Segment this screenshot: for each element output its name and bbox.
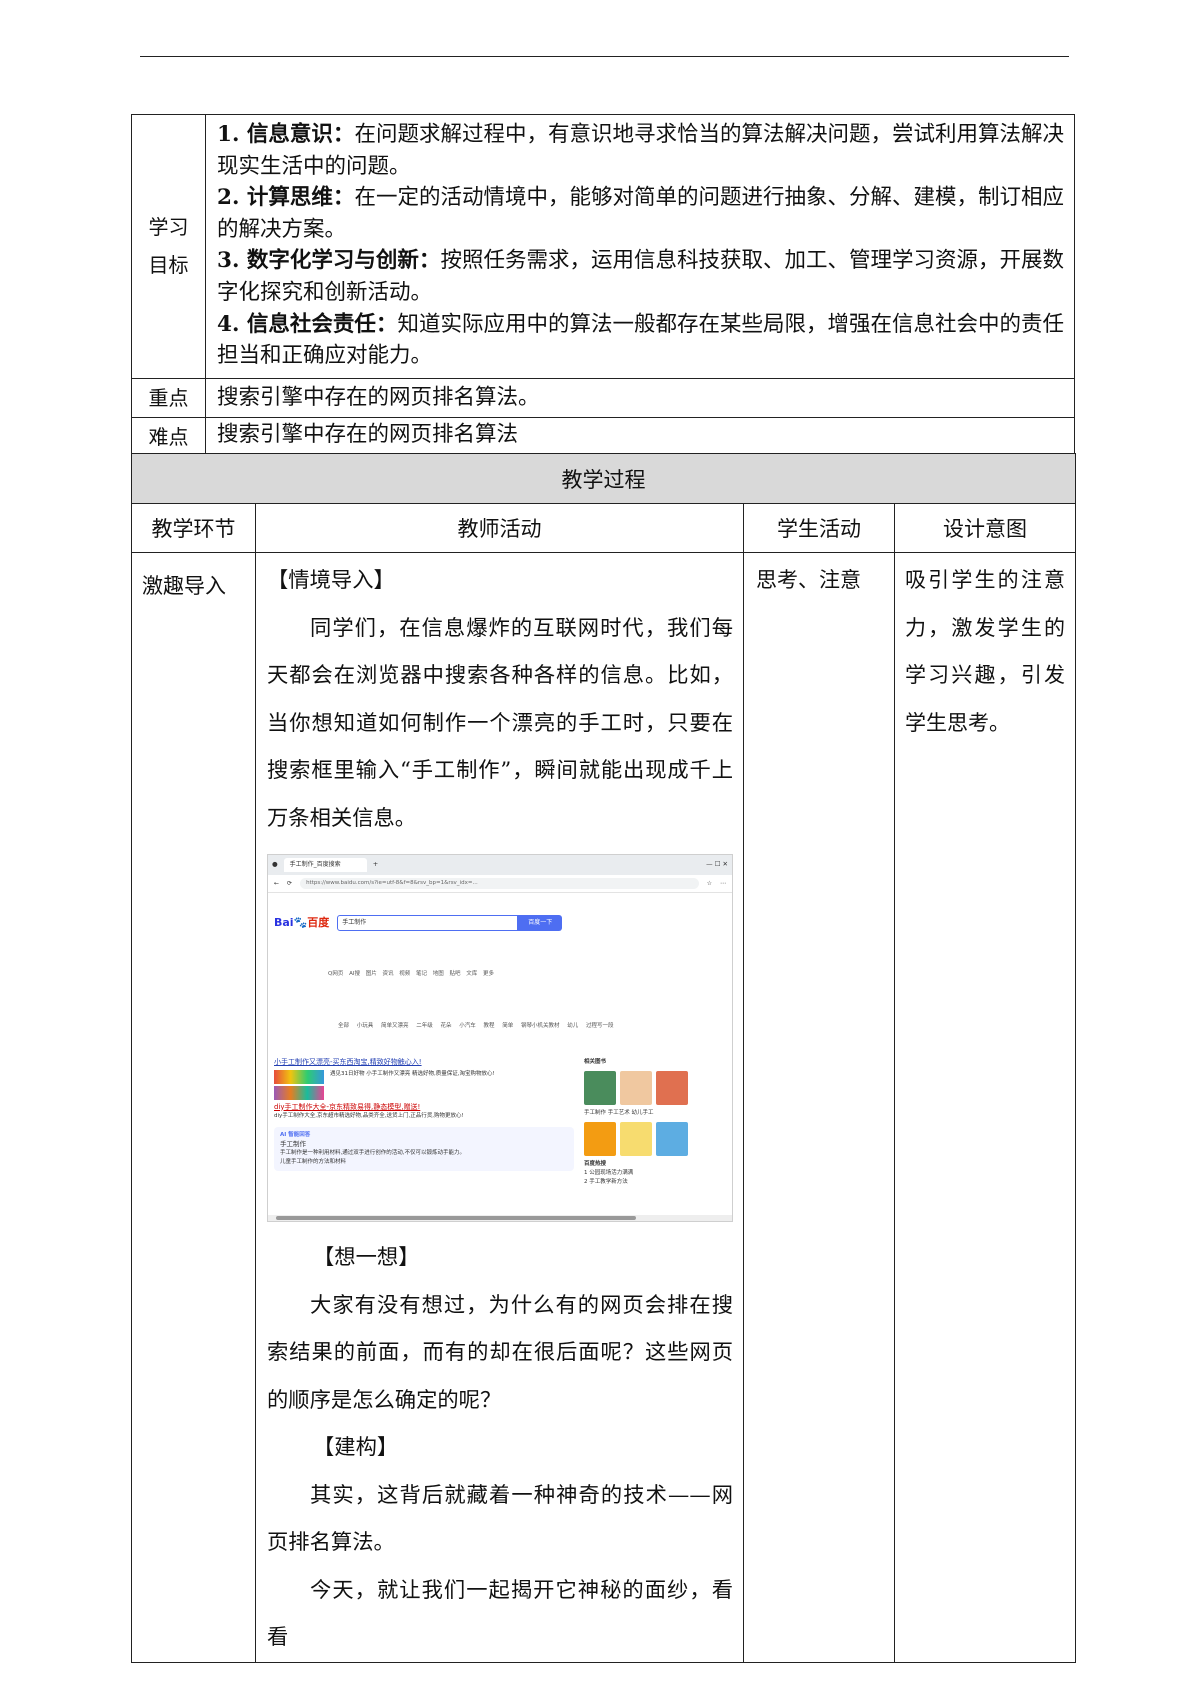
result-link: 小手工制作又漂亮-买东西淘宝,精致好物触心入! — [274, 1057, 422, 1066]
section-heading: 【建构】 — [313, 1435, 399, 1460]
hot-search-title: 百度热搜 — [584, 1160, 607, 1167]
difficult-point-row: 难点 搜索引擎中存在的网页排名算法 — [131, 416, 1075, 457]
objectives-table: 学习 目标 1. 信息意识：在问题求解过程中，有意识地寻求恰当的算法解决问题，尝… — [131, 114, 1075, 457]
difficult-point-label: 难点 — [131, 416, 206, 457]
related-books-title: 相关图书 — [584, 1058, 607, 1065]
search-button: 百度一下 — [518, 914, 563, 931]
goal-item: 3. 数字化学习与创新：按照任务需求，运用信息科技获取、加工、管理学习资源，开展… — [217, 248, 1064, 305]
baidu-logo: Bai🐾百度 — [274, 916, 330, 929]
goal-item: 4. 信息社会责任：知道实际应用中的算法一般都存在某些局限，增强在信息社会中的责… — [217, 311, 1064, 369]
book-thumbnail — [584, 1070, 616, 1105]
process-header-row: 教学环节 教师活动 学生活动 设计意图 — [131, 503, 1076, 553]
book-thumbnail — [656, 1121, 688, 1156]
browser-tab: 手工制作_百度搜索 — [283, 858, 367, 872]
address-bar: ← ⟳ https://www.baidu.com/s?ie=utf-8&f=8… — [268, 875, 732, 893]
results-right-column: 相关图书 手工制作 手工艺术 幼儿手工 百度热搜 1 公园现场活力满满 2 手工… — [584, 1058, 726, 1187]
goals-content: 1. 信息意识：在问题求解过程中，有意识地寻求恰当的算法解决问题，尝试利用算法解… — [205, 114, 1075, 379]
process-banner: 教学过程 — [131, 453, 1076, 504]
student-activity-cell: 思考、注意 — [743, 552, 895, 1663]
goals-label: 学习 目标 — [131, 114, 206, 379]
stage-cell: 激趣导入 — [131, 552, 256, 1663]
goal-item: 1. 信息意识：在问题求解过程中，有意识地寻求恰当的算法解决问题，尝试利用算法解… — [217, 122, 1064, 179]
paragraph: 大家有没有想过，为什么有的网页会排在搜索结果的前面，而有的却在很后面呢？这些网页… — [267, 1292, 733, 1413]
ai-answer-box: AI 智能回答 手工制作 手工制作是一种利用材料,通过双手进行创作的活动,不仅可… — [274, 1126, 574, 1171]
process-body-row: 激趣导入 【情境导入】 同学们，在信息爆炸的互联网时代，我们每天都会在浏览器中搜… — [131, 552, 1076, 1663]
result-thumbnail — [274, 1085, 324, 1100]
result-thumbnail — [274, 1069, 324, 1084]
goals-row: 学习 目标 1. 信息意识：在问题求解过程中，有意识地寻求恰当的算法解决问题，尝… — [131, 114, 1075, 379]
section-heading: 【情境导入】 — [267, 568, 395, 593]
book-thumbnail — [620, 1121, 652, 1156]
result-link: diy手工制作大全-京东精致易得,静态模型,赠送! — [274, 1102, 421, 1111]
hot-item: 1 公园现场活力满满 — [584, 1169, 634, 1176]
paragraph: 今天，就让我们一起揭开它神秘的面纱，看看 — [267, 1577, 733, 1651]
key-point-row: 重点 搜索引擎中存在的网页排名算法。 — [131, 377, 1075, 418]
result-card: 遇见31日好物 小手工制作又漂亮 精选好物,质量保证,淘宝购物放心! — [274, 1069, 574, 1100]
ai-label: AI 智能回答 — [280, 1131, 311, 1138]
header-student: 学生活动 — [743, 503, 895, 553]
result-thumbnails — [274, 1069, 324, 1100]
goal-item: 2. 计算思维：在一定的活动情境中，能够对简单的问题进行抽象、分解、建模，制订相… — [217, 185, 1064, 242]
difficult-point-text: 搜索引擎中存在的网页排名算法 — [205, 416, 1075, 457]
header-intent: 设计意图 — [894, 503, 1076, 553]
url-field: https://www.baidu.com/s?ie=utf-8&f=8&rsv… — [300, 878, 699, 889]
baidu-search-screenshot: ● 手工制作_百度搜索 + — ☐ ✕ ← ⟳ https://www.baid… — [267, 854, 733, 1222]
book-titles: 手工制作 手工艺术 幼儿手工 — [584, 1109, 654, 1116]
browser-tab-bar: ● 手工制作_百度搜索 + — ☐ ✕ — [268, 855, 732, 875]
result-desc: diy手工制作大全,京东超市精选好物,品类齐全,送货上门,正品行货,购物更放心! — [274, 1112, 464, 1119]
result-desc: 遇见31日好物 小手工制作又漂亮 精选好物,质量保证,淘宝购物放心! — [330, 1070, 495, 1077]
results-left-column: 小手工制作又漂亮-买东西淘宝,精致好物触心入! 遇见31日好物 小手工制作又漂亮… — [274, 1058, 574, 1187]
baidu-search-row: Bai🐾百度 手工制作 百度一下 — [268, 893, 732, 949]
teacher-activity-cell: 【情境导入】 同学们，在信息爆炸的互联网时代，我们每天都会在浏览器中搜索各种各样… — [255, 552, 744, 1663]
search-results: 小手工制作又漂亮-买东西淘宝,精致好物触心入! 遇见31日好物 小手工制作又漂亮… — [268, 1054, 732, 1191]
search-nav-tabs: Q网页 AI搜 图片 资讯 视频 笔记 地图 贴吧 文库 更多 — [328, 970, 494, 977]
search-box: 手工制作 — [337, 914, 519, 931]
book-thumbnail — [656, 1070, 688, 1105]
header-teacher: 教师活动 — [255, 503, 744, 553]
header-rule — [140, 56, 1069, 57]
horizontal-scrollbar — [268, 1215, 732, 1221]
star-icon: ☆ — [706, 879, 712, 887]
design-intent-cell: 吸引学生的注意力，激发学生的学习兴趣，引发学生思考。 — [894, 552, 1076, 1663]
process-table: 教学过程 教学环节 教师活动 学生活动 设计意图 激趣导入 【情境导入】 同学们… — [131, 453, 1076, 1663]
paragraph: 同学们，在信息爆炸的互联网时代，我们每天都会在浏览器中搜索各种各样的信息。比如，… — [267, 615, 733, 831]
search-categories: 全部 小玩具 简单又漂亮 二年级 花朵 小汽车 教程 简单 钢琴小机关教材 幼儿… — [338, 1023, 614, 1029]
section-heading: 【想一想】 — [313, 1245, 420, 1270]
ai-text: 手工制作是一种利用材料,通过双手进行创作的活动,不仅可以锻炼动手能力。 — [280, 1149, 465, 1156]
book-thumbs — [584, 1121, 726, 1156]
key-point-label: 重点 — [131, 377, 206, 418]
ai-title: 手工制作 — [280, 1139, 306, 1148]
ai-question: 儿童手工制作的方法和材料 — [280, 1158, 347, 1165]
book-thumbnail — [620, 1070, 652, 1105]
menu-icon: ⋯ — [720, 879, 726, 887]
book-thumbnail — [584, 1121, 616, 1156]
key-point-text: 搜索引擎中存在的网页排名算法。 — [205, 377, 1075, 418]
paragraph: 其实，这背后就藏着一种神奇的技术——网页排名算法。 — [267, 1482, 733, 1556]
hot-item: 2 手工教学新方法 — [584, 1178, 628, 1185]
header-stage: 教学环节 — [131, 503, 256, 553]
book-thumbs — [584, 1070, 726, 1105]
